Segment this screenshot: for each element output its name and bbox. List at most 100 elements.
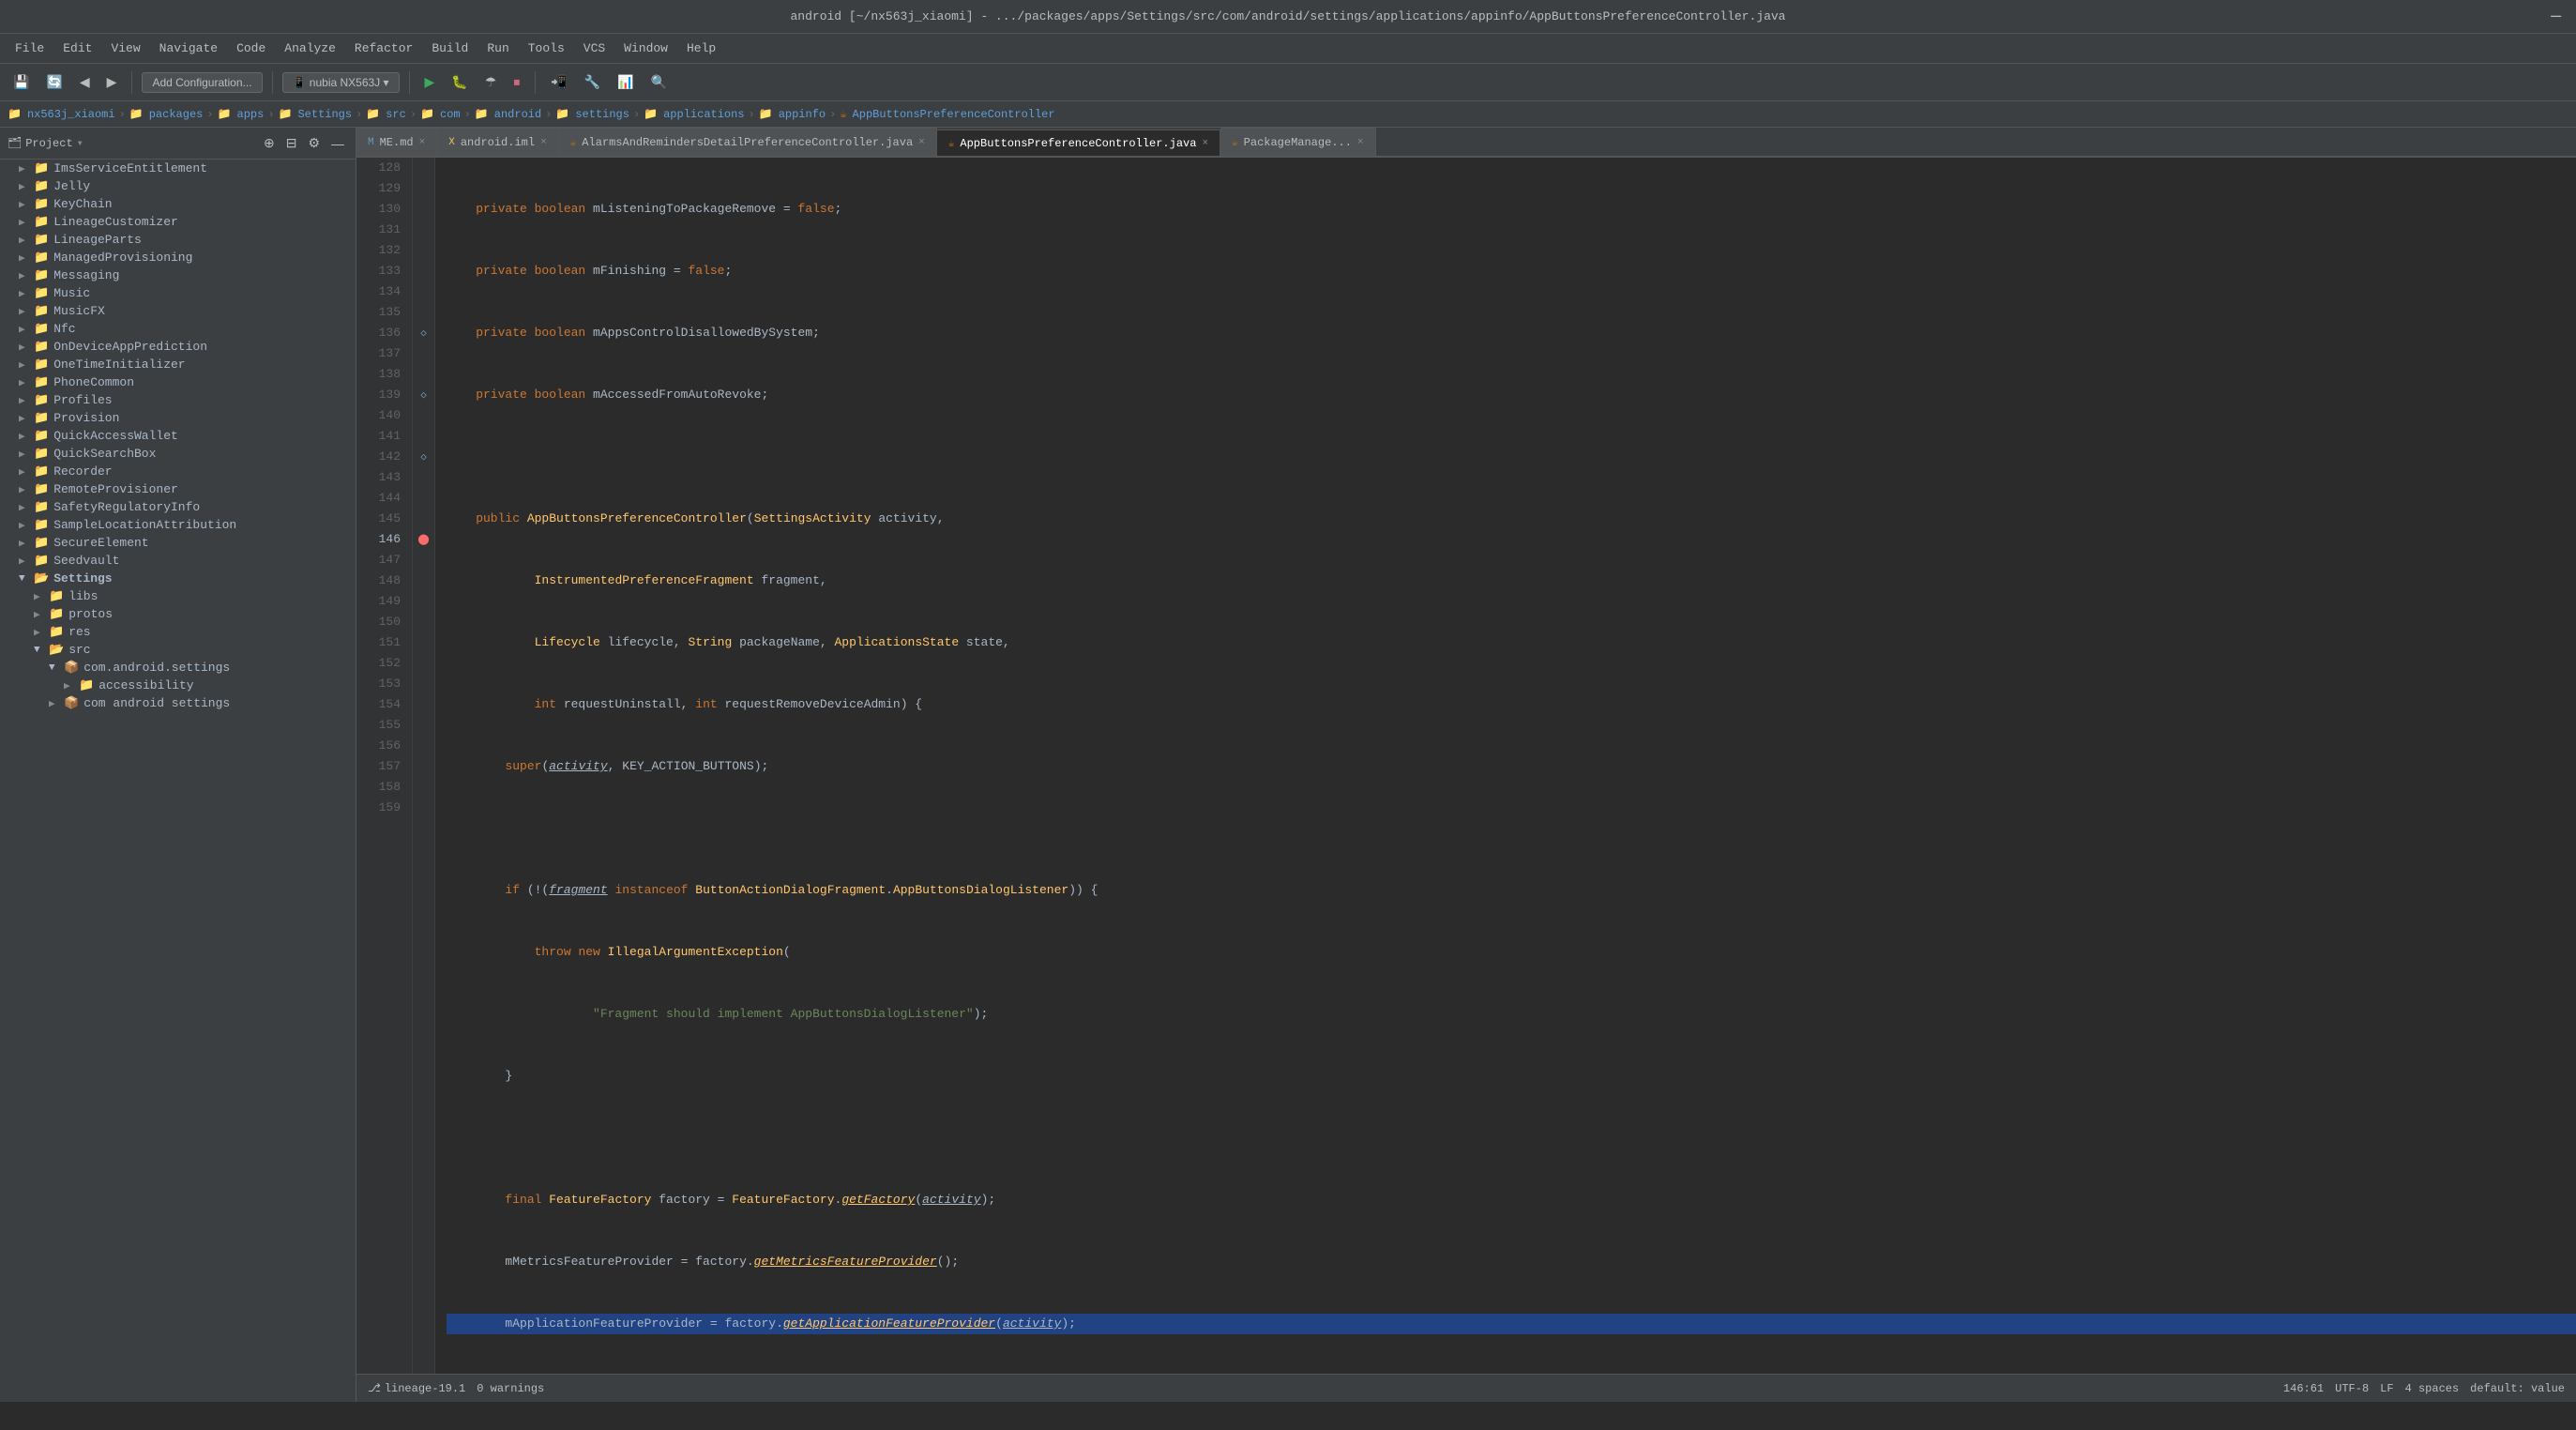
- toolbar-save-btn[interactable]: 💾: [8, 70, 35, 94]
- menu-edit[interactable]: Edit: [55, 38, 99, 59]
- breadcrumb-settings[interactable]: Settings: [297, 108, 352, 121]
- breadcrumb-appinfo[interactable]: appinfo: [779, 108, 826, 121]
- tree-item-secureelement[interactable]: ▶ 📁 SecureElement: [0, 534, 356, 552]
- menu-code[interactable]: Code: [229, 38, 273, 59]
- tree-item-com-android-settings-package[interactable]: ▶ 📦 com android settings: [0, 694, 356, 712]
- tree-item-libs[interactable]: ▶ 📁 libs: [0, 587, 356, 605]
- tree-item-samplelocation[interactable]: ▶ 📁 SampleLocationAttribution: [0, 516, 356, 534]
- status-position[interactable]: 146:61: [2283, 1382, 2324, 1395]
- toolbar-profiler-btn[interactable]: 📊: [612, 70, 639, 94]
- toolbar-coverage-btn[interactable]: ☂: [479, 70, 503, 94]
- close-button[interactable]: —: [2551, 8, 2561, 26]
- tree-item-accessibility[interactable]: ▶ 📁 accessibility: [0, 677, 356, 694]
- tree-item-recorder[interactable]: ▶ 📁 Recorder: [0, 463, 356, 480]
- tab-close-icon[interactable]: ×: [1202, 138, 1208, 149]
- menu-tools[interactable]: Tools: [521, 38, 572, 59]
- tree-item-quickaccesswallet[interactable]: ▶ 📁 QuickAccessWallet: [0, 427, 356, 445]
- status-filetype[interactable]: default: value: [2470, 1382, 2565, 1395]
- tab-alarms-controller[interactable]: ☕ AlarmsAndRemindersDetailPreferenceCont…: [559, 128, 937, 156]
- breadcrumb-nx563j[interactable]: nx563j_xiaomi: [27, 108, 115, 121]
- tree-item-imsservice[interactable]: ▶ 📁 ImsServiceEntitlement: [0, 160, 356, 177]
- tab-android-iml[interactable]: X android.iml ×: [437, 128, 558, 156]
- breadcrumb-applications[interactable]: applications: [663, 108, 744, 121]
- tree-item-com-android-settings[interactable]: ▼ 📦 com.android.settings: [0, 659, 356, 677]
- breadcrumb-com[interactable]: com: [440, 108, 461, 121]
- code-editor[interactable]: 128 129 130 131 132 133 134 135 136 137 …: [356, 158, 2576, 1374]
- menu-window[interactable]: Window: [616, 38, 675, 59]
- tree-item-profiles[interactable]: ▶ 📁 Profiles: [0, 391, 356, 409]
- indent: [447, 880, 505, 901]
- toolbar-run-btn[interactable]: ▶: [419, 70, 441, 94]
- tree-item-lineagecustomizer[interactable]: ▶ 📁 LineageCustomizer: [0, 213, 356, 231]
- tab-close-icon[interactable]: ×: [419, 137, 426, 148]
- toolbar-search-btn[interactable]: 🔍: [645, 70, 673, 94]
- folder-icon: 📁: [49, 625, 64, 639]
- menu-navigate[interactable]: Navigate: [152, 38, 225, 59]
- status-git-branch[interactable]: ⎇ lineage-19.1: [368, 1381, 465, 1395]
- menu-build[interactable]: Build: [424, 38, 476, 59]
- tree-item-seedvault[interactable]: ▶ 📁 Seedvault: [0, 552, 356, 570]
- toolbar-device-manager-btn[interactable]: 📲: [545, 70, 572, 94]
- status-encoding[interactable]: UTF-8: [2335, 1382, 2369, 1395]
- toolbar-sdk-btn[interactable]: 🔧: [579, 70, 606, 94]
- indent: [447, 1004, 593, 1025]
- tab-packagemanager[interactable]: ☕ PackageManage... ×: [1220, 128, 1375, 156]
- toolbar-debug-btn[interactable]: 🐛: [446, 70, 473, 94]
- tree-item-res[interactable]: ▶ 📁 res: [0, 623, 356, 641]
- tree-item-managedprovisioning[interactable]: ▶ 📁 ManagedProvisioning: [0, 249, 356, 266]
- toolbar-back-btn[interactable]: ◀: [74, 70, 96, 94]
- tree-item-nfc[interactable]: ▶ 📁 Nfc: [0, 320, 356, 338]
- tree-item-messaging[interactable]: ▶ 📁 Messaging: [0, 266, 356, 284]
- breadcrumb-class[interactable]: AppButtonsPreferenceController: [853, 108, 1055, 121]
- tree-item-provision[interactable]: ▶ 📁 Provision: [0, 409, 356, 427]
- tab-close-icon[interactable]: ×: [1357, 137, 1364, 148]
- error-icon: ⬤: [417, 533, 429, 546]
- status-line-ending[interactable]: LF: [2380, 1382, 2393, 1395]
- menu-run[interactable]: Run: [479, 38, 516, 59]
- tree-item-ondevice[interactable]: ▶ 📁 OnDeviceAppPrediction: [0, 338, 356, 356]
- toolbar-config-btn[interactable]: Add Configuration...: [142, 72, 262, 93]
- tab-appbuttons-controller[interactable]: ☕ AppButtonsPreferenceController.java ×: [937, 129, 1220, 158]
- menu-refactor[interactable]: Refactor: [347, 38, 420, 59]
- code-content[interactable]: private boolean mListeningToPackageRemov…: [435, 158, 2576, 1374]
- menu-help[interactable]: Help: [679, 38, 723, 59]
- cls-featurefactory2: FeatureFactory: [732, 1190, 834, 1210]
- tree-item-jelly[interactable]: ▶ 📁 Jelly: [0, 177, 356, 195]
- tree-item-protos[interactable]: ▶ 📁 protos: [0, 605, 356, 623]
- toolbar-stop-btn[interactable]: ⏹: [508, 70, 525, 94]
- tab-me-md[interactable]: M ME.md ×: [356, 128, 437, 156]
- tree-item-quicksearchbox[interactable]: ▶ 📁 QuickSearchBox: [0, 445, 356, 463]
- tab-close-icon[interactable]: ×: [918, 137, 925, 148]
- folder-icon: 📁: [34, 375, 49, 389]
- tab-close-icon[interactable]: ×: [540, 137, 547, 148]
- sidebar-locate-btn[interactable]: ⊕: [260, 133, 279, 153]
- tree-item-remoteprovisioner[interactable]: ▶ 📁 RemoteProvisioner: [0, 480, 356, 498]
- tree-item-keychain[interactable]: ▶ 📁 KeyChain: [0, 195, 356, 213]
- breadcrumb-apps[interactable]: apps: [237, 108, 265, 121]
- tree-item-music[interactable]: ▶ 📁 Music: [0, 284, 356, 302]
- kw-throw: throw: [535, 942, 579, 963]
- toolbar-sync-btn[interactable]: 🔄: [40, 70, 68, 94]
- status-indent[interactable]: 4 spaces: [2405, 1382, 2460, 1395]
- tree-item-lineageparts[interactable]: ▶ 📁 LineageParts: [0, 231, 356, 249]
- breadcrumb-src[interactable]: src: [386, 108, 406, 121]
- tree-item-musicfx[interactable]: ▶ 📁 MusicFX: [0, 302, 356, 320]
- tree-item-settings[interactable]: ▼ 📂 Settings: [0, 570, 356, 587]
- tree-item-phonecommon[interactable]: ▶ 📁 PhoneCommon: [0, 373, 356, 391]
- sidebar-hide-btn[interactable]: —: [327, 133, 348, 153]
- tree-item-src[interactable]: ▼ 📂 src: [0, 641, 356, 659]
- menu-vcs[interactable]: VCS: [576, 38, 613, 59]
- menu-view[interactable]: View: [103, 38, 147, 59]
- sidebar-settings-btn[interactable]: ⚙: [304, 133, 324, 153]
- toolbar-forward-btn[interactable]: ▶: [101, 70, 123, 94]
- sidebar-collapse-btn[interactable]: ⊟: [282, 133, 301, 153]
- tree-item-onetimeinit[interactable]: ▶ 📁 OneTimeInitializer: [0, 356, 356, 373]
- menu-file[interactable]: File: [8, 38, 52, 59]
- gutter-136: ◇: [413, 323, 434, 343]
- breadcrumb-packages[interactable]: packages: [149, 108, 204, 121]
- menu-analyze[interactable]: Analyze: [277, 38, 343, 59]
- breadcrumb-android[interactable]: android: [494, 108, 541, 121]
- tree-item-safetyregulatory[interactable]: ▶ 📁 SafetyRegulatoryInfo: [0, 498, 356, 516]
- breadcrumb-settings2[interactable]: settings: [575, 108, 629, 121]
- toolbar-device-btn[interactable]: 📱 nubia NX563J ▾: [282, 72, 400, 93]
